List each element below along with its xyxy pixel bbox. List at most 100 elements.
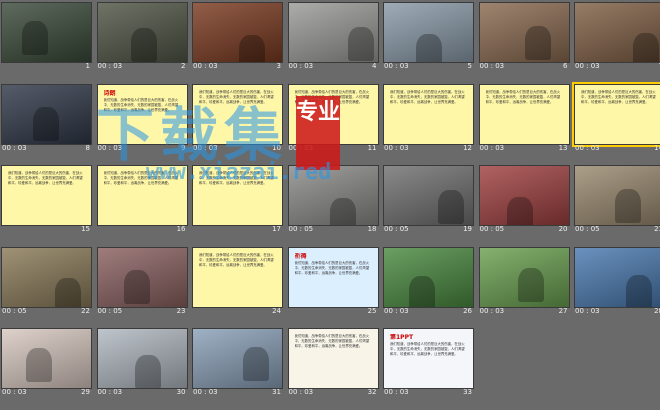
slide-preview[interactable]: [383, 165, 474, 226]
slide-body-text: 第1PPT 我们知道，战争带给人们的是巨大的伤害，在战火中，无数的生命消失，无数的…: [390, 334, 467, 383]
slide-thumbnail-24[interactable]: 我们知道，战争带给人们的是巨大的伤害，在战火中，无数的生命消失，无数的家园被毁，…: [192, 246, 286, 315]
slide-body-text: 我们知道，战争带给人们的是巨大的伤害，在战火中，无数的生命消失，无数的家园被毁，…: [8, 171, 85, 220]
slide-body-text: 我们知道，战争带给人们的是巨大的伤害，在战火中，无数的生命消失，无数的家园被毁，…: [199, 171, 276, 220]
slide-paragraph: 我们知道，战争带给人们的是巨大的伤害，在战火中，无数的生命消失，无数的家园被毁，…: [390, 342, 465, 356]
slide-thumbnail-11[interactable]: 我们知道，战争带给人们的是巨大的伤害，在战火中，无数的生命消失，无数的家园被毁，…: [287, 83, 382, 152]
slide-preview[interactable]: [287, 165, 379, 226]
slide-body-text: 我们知道，战争带给人们的是巨大的伤害，在战火中，无数的生命消失，无数的家园被毁，…: [295, 90, 372, 139]
slide-preview[interactable]: 我们知道，战争带给人们的是巨大的伤害，在战火中，无数的生命消失，无数的家园被毁，…: [1, 165, 92, 226]
slide-thumbnail-3[interactable]: 00 : 03 3: [192, 2, 286, 70]
slide-preview[interactable]: [96, 328, 188, 389]
slide-timing: 00 : 03: [479, 143, 505, 152]
slide-timing: 00 : 05: [97, 306, 123, 315]
slide-timing: 00 : 03: [479, 62, 505, 70]
slide-number: 26: [463, 306, 472, 315]
slide-thumbnail-6[interactable]: 00 : 03 6: [478, 2, 573, 70]
slide-number: 4: [372, 62, 377, 70]
slide-preview[interactable]: 我们知道，战争带给人们的是巨大的伤害，在战火中，无数的生命消失，无数的家园被毁，…: [192, 165, 283, 226]
slide-thumbnail-4[interactable]: 00 : 03 4: [287, 2, 382, 70]
slide-preview[interactable]: 第1PPT 我们知道，战争带给人们的是巨大的伤害，在战火中，无数的生命消失，无数的…: [383, 328, 474, 389]
slide-preview[interactable]: 我们知道，战争带给人们的是巨大的伤害，在战火中，无数的生命消失，无数的家园被毁，…: [287, 83, 379, 145]
slide-paragraph: 我们知道，战争带给人们的是巨大的伤害，在战火中，无数的生命消失，无数的家园被毁，…: [8, 171, 83, 185]
slide-thumbnail-27[interactable]: 00 : 03 27: [478, 246, 573, 315]
slide-paragraph: 我们知道，战争带给人们的是巨大的伤害，在战火中，无数的生命消失，无数的家园被毁，…: [390, 89, 465, 104]
slide-thumbnail-7[interactable]: 00 : 037: [574, 2, 660, 70]
slide-paragraph: 我们知道，战争带给人们的是巨大的伤害，在战火中，无数的生命消失，无数的家园被毁，…: [294, 260, 370, 275]
slide-thumbnail-15[interactable]: 我们知道，战争带给人们的是巨大的伤害，在战火中，无数的生命消失，无数的家园被毁，…: [1, 165, 95, 233]
slide-thumbnail-8[interactable]: 00 : 03 8: [1, 83, 95, 152]
slide-number: 14: [654, 143, 660, 152]
slide-number: 15: [81, 225, 90, 233]
slide-preview[interactable]: [478, 165, 570, 226]
slide-preview[interactable]: [1, 246, 92, 308]
slide-preview[interactable]: 我们知道，战争带给人们的是巨大的伤害，在战火中，无数的生命消失，无数的家园被毁，…: [572, 81, 660, 147]
slide-preview[interactable]: [96, 2, 188, 63]
slide-preview[interactable]: [478, 2, 570, 63]
slide-number: 11: [367, 143, 377, 152]
slide-thumbnail-26[interactable]: 00 : 03 26: [383, 246, 477, 315]
slide-thumbnail-20[interactable]: 00 : 05 20: [478, 165, 573, 233]
slide-thumbnail-19[interactable]: 00 : 05 19: [383, 165, 477, 233]
slide-number: 8: [85, 143, 90, 152]
slide-preview[interactable]: [574, 165, 660, 226]
slide-preview[interactable]: [287, 2, 379, 63]
slide-preview[interactable]: [383, 246, 474, 308]
slide-preview[interactable]: [383, 2, 474, 63]
slide-thumbnail-17[interactable]: 我们知道，战争带给人们的是巨大的伤害，在战火中，无数的生命消失，无数的家园被毁，…: [192, 165, 286, 233]
slide-paragraph: 我们知道，战争带给人们的是巨大的伤害，在战火中，无数的生命消失，无数的家园被毁，…: [199, 252, 274, 267]
slide-preview[interactable]: 我们知道，战争带给人们的是巨大的伤害，在战火中，无数的生命消失，无数的家园被毁，…: [287, 328, 379, 389]
slide-number: 18: [367, 225, 377, 233]
slide-paragraph: 我们知道，战争带给人们的是巨大的伤害，在战火中，无数的生命消失，无数的家园被毁，…: [485, 89, 561, 104]
slide-preview[interactable]: [1, 83, 92, 145]
slide-timing: 00 : 03: [97, 143, 123, 152]
slide-thumbnail-9[interactable]: 诗朗 我们知道，战争带给人们的是巨大的伤害，在战火中，无数的生命消失，无数的家园被…: [96, 83, 191, 152]
slide-thumbnail-25[interactable]: 祈祷 我们知道，战争带给人们的是巨大的伤害，在战火中，无数的生命消失，无数的家园被…: [287, 246, 382, 315]
slide-preview[interactable]: 我们知道，战争带给人们的是巨大的伤害，在战火中，无数的生命消失，无数的家园被毁，…: [96, 165, 188, 226]
slide-preview[interactable]: [478, 246, 570, 308]
slide-timing: 00 : 05: [288, 225, 314, 233]
slide-thumbnail-10[interactable]: 我们知道，战争带给人们的是巨大的伤害，在战火中，无数的生命消失，无数的家园被毁，…: [192, 83, 286, 152]
slide-number: 33: [463, 388, 472, 396]
slide-timing: 00 : 03: [384, 62, 409, 70]
slide-thumbnail-21[interactable]: 00 : 05 21: [574, 165, 660, 233]
slide-thumbnail-30[interactable]: 00 : 03 30: [96, 328, 191, 396]
slide-preview[interactable]: [574, 246, 660, 308]
slide-timing: 00 : 03: [2, 143, 27, 152]
slide-preview[interactable]: 诗朗 我们知道，战争带给人们的是巨大的伤害，在战火中，无数的生命消失，无数的家园被…: [96, 83, 188, 145]
slide-thumbnail-29[interactable]: 00 : 03 29: [1, 328, 95, 396]
slide-number: 30: [176, 388, 186, 396]
slide-thumbnail-33[interactable]: 第1PPT 我们知道，战争带给人们的是巨大的伤害，在战火中，无数的生命消失，无数的…: [383, 328, 477, 396]
slide-thumbnail-14[interactable]: 我们知道，战争带给人们的是巨大的伤害，在战火中，无数的生命消失，无数的家园被毁，…: [572, 81, 660, 152]
slide-thumbnail-16[interactable]: 我们知道，战争带给人们的是巨大的伤害，在战火中，无数的生命消失，无数的家园被毁，…: [96, 165, 191, 233]
slide-preview[interactable]: [574, 2, 660, 63]
slide-preview[interactable]: 祈祷 我们知道，战争带给人们的是巨大的伤害，在战火中，无数的生命消失，无数的家园被…: [287, 246, 379, 308]
slide-preview[interactable]: 我们知道，战争带给人们的是巨大的伤害，在战火中，无数的生命消失，无数的家园被毁，…: [192, 246, 283, 308]
slide-thumbnail-13[interactable]: 我们知道，战争带给人们的是巨大的伤害，在战火中，无数的生命消失，无数的家园被毁，…: [478, 83, 573, 152]
slide-thumbnail-28[interactable]: 00 : 03 28: [574, 246, 660, 315]
slide-thumbnail-31[interactable]: 00 : 03 31: [192, 328, 286, 396]
slide-preview[interactable]: 我们知道，战争带给人们的是巨大的伤害，在战火中，无数的生命消失，无数的家园被毁，…: [383, 83, 474, 145]
slide-preview[interactable]: [1, 328, 92, 389]
slide-thumbnail-5[interactable]: 00 : 03 5: [383, 2, 477, 70]
slide-thumbnail-2[interactable]: 00 : 03 2: [96, 2, 191, 70]
slide-thumbnail-22[interactable]: 00 : 05 22: [1, 246, 95, 315]
slide-thumbnail-23[interactable]: 00 : 05 23: [96, 246, 191, 315]
photo-figure: [33, 106, 59, 141]
slide-thumbnail-32[interactable]: 我们知道，战争带给人们的是巨大的伤害，在战火中，无数的生命消失，无数的家园被毁，…: [287, 328, 382, 396]
slide-paragraph: 我们知道，战争带给人们的是巨大的伤害，在战火中，无数的生命消失，无数的家园被毁，…: [294, 334, 370, 348]
slide-preview[interactable]: [96, 246, 188, 308]
slide-thumbnail-1[interactable]: 1: [1, 2, 95, 70]
photo-figure: [524, 26, 551, 60]
slide-preview[interactable]: 我们知道，战争带给人们的是巨大的伤害，在战火中，无数的生命消失，无数的家园被毁，…: [478, 83, 570, 145]
slide-number: 6: [563, 62, 568, 70]
slide-preview[interactable]: [1, 2, 92, 63]
slide-preview[interactable]: [192, 328, 283, 389]
slide-thumbnail-18[interactable]: 00 : 05 18: [287, 165, 382, 233]
photo-figure: [239, 35, 265, 62]
slide-number: 13: [558, 143, 568, 152]
slide-timing: 00 : 03: [575, 306, 600, 315]
photo-figure: [409, 275, 435, 307]
slide-preview[interactable]: 我们知道，战争带给人们的是巨大的伤害，在战火中，无数的生命消失，无数的家园被毁，…: [192, 83, 283, 145]
slide-preview[interactable]: [192, 2, 283, 63]
slide-thumbnail-12[interactable]: 我们知道，战争带给人们的是巨大的伤害，在战火中，无数的生命消失，无数的家园被毁，…: [383, 83, 477, 152]
